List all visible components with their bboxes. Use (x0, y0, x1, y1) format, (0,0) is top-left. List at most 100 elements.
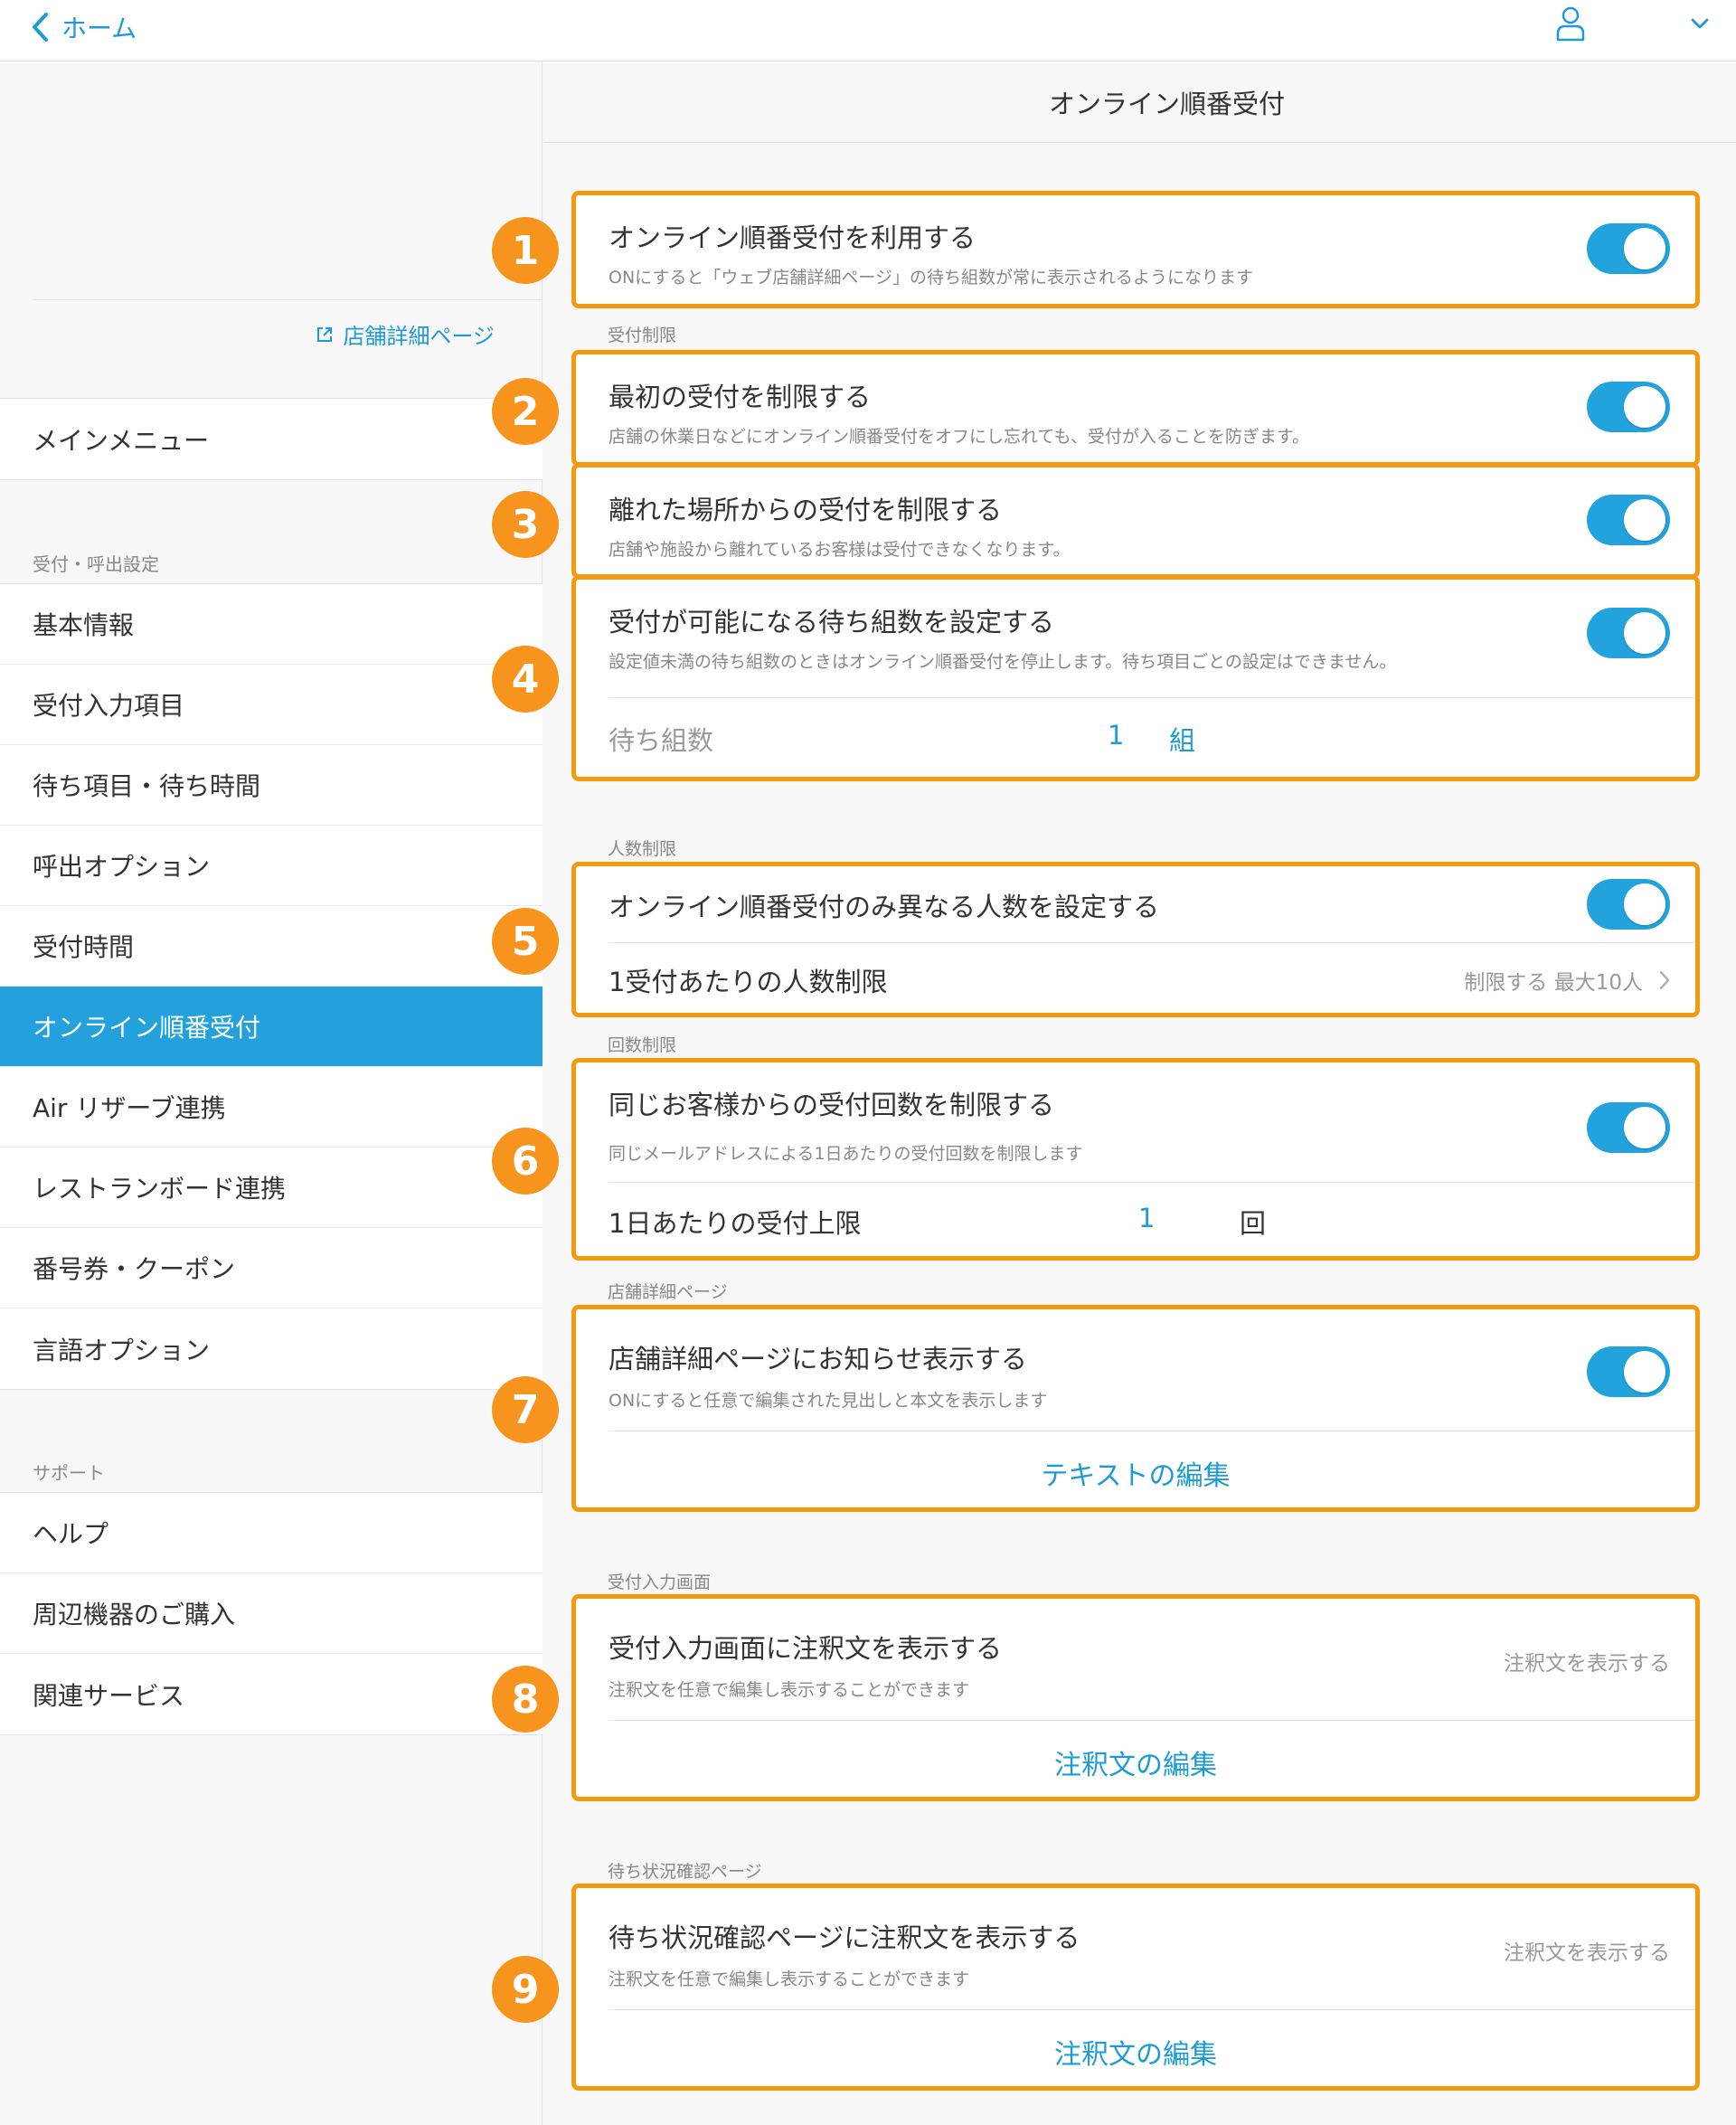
sidebar-item-call-options[interactable]: 呼出オプション (0, 826, 542, 906)
wait-groups-value-input[interactable]: 1 (1108, 720, 1124, 751)
people-row: オンライン順番受付のみ異なる人数を設定する (609, 866, 1695, 943)
count-title: 同じお客様からの受付回数を制限する (609, 1090, 1055, 1120)
sidebar-item-main-menu[interactable]: メインメニュー (0, 399, 542, 479)
input-note-title: 受付入力画面に注釈文を表示する (609, 1633, 1003, 1664)
sidebar-item-online-queue[interactable]: オンライン順番受付 (0, 987, 542, 1067)
limit-distance-toggle[interactable] (1587, 495, 1670, 545)
card-status-note: 待ち状況確認ページに注釈文を表示する 注釈文を任意で編集し表示することができます… (571, 1884, 1700, 2091)
input-note-status: 注釈文を表示する (1504, 1652, 1670, 1676)
card-wait-groups: 受付が可能になる待ち組数を設定する 設定値未満の待ち組数のときはオンライン順番受… (571, 575, 1700, 781)
sidebar-item-label: 言語オプション (33, 1335, 211, 1365)
edit-status-note-link[interactable]: 注釈文の編集 (576, 2032, 1695, 2072)
support-group: ヘルプ 周辺機器のご購入 関連サービス (0, 1492, 542, 1735)
user-icon[interactable] (1555, 5, 1586, 42)
sidebar-item-wait-items[interactable]: 待ち項目・待ち時間 (0, 745, 542, 826)
sidebar-item-label: 呼出オプション (33, 852, 211, 882)
count-desc: 同じメールアドレスによる1日あたりの受付回数を制限します (609, 1144, 1083, 1164)
sidebar-item-air-reserve[interactable]: Air リザーブ連携 (0, 1067, 542, 1148)
sidebar-item-label: 関連サービス (33, 1680, 185, 1711)
external-link-icon (317, 326, 333, 342)
limit-first-toggle[interactable] (1587, 382, 1670, 432)
use-online-row: オンライン順番受付を利用する ONにすると「ウェブ店舗詳細ページ」の待ち組数が常… (609, 195, 1695, 304)
limit-first-desc: 店舗の休業日などにオンライン順番受付をオフにし忘れても、受付が入ることを防ぎます… (609, 427, 1310, 447)
use-online-toggle[interactable] (1587, 223, 1670, 274)
step-badge-6: 6 (492, 1128, 559, 1195)
sidebar-item-label: Air リザーブ連携 (33, 1093, 226, 1123)
sidebar-item-ticket-coupon[interactable]: 番号券・クーポン (0, 1228, 542, 1308)
sidebar-item-basic-info[interactable]: 基本情報 (0, 584, 542, 665)
sidebar-item-help[interactable]: ヘルプ (0, 1493, 542, 1573)
use-online-desc: ONにすると「ウェブ店舗詳細ページ」の待ち組数が常に表示されるようになります (609, 268, 1253, 288)
step-badge-5: 5 (492, 908, 559, 975)
step-badge-1: 1 (492, 217, 559, 284)
edit-text-link[interactable]: テキストの編集 (576, 1453, 1695, 1493)
wait-groups-value-row: 待ち組数 1 組 (609, 698, 1695, 777)
section-label-count-limit: 回数制限 (608, 1035, 677, 1055)
limit-first-title: 最初の受付を制限する (609, 382, 872, 412)
main-menu-group: メインメニュー (0, 398, 542, 480)
wait-groups-title: 受付が可能になる待ち組数を設定する (609, 607, 1055, 638)
step-badge-7: 7 (492, 1376, 559, 1443)
card-input-note: 受付入力画面に注釈文を表示する 注釈文を任意で編集し表示することができます 注釈… (571, 1594, 1700, 1801)
notice-row: 店舗詳細ページにお知らせ表示する ONにすると任意で編集された見出しと本文を表示… (609, 1309, 1695, 1431)
limit-distance-row: 離れた場所からの受付を制限する 店舗や施設から離れているお客様は受付できなくなり… (609, 468, 1695, 574)
chevron-down-icon[interactable] (1689, 13, 1711, 34)
count-value-row: 1日あたりの受付上限 1 回 (609, 1183, 1695, 1256)
people-toggle[interactable] (1587, 879, 1670, 930)
step-badge-3: 3 (492, 491, 559, 558)
use-online-title: オンライン順番受付を利用する (609, 222, 976, 253)
status-note-row[interactable]: 待ち状況確認ページに注釈文を表示する 注釈文を任意で編集し表示することができます… (609, 1888, 1695, 2010)
sidebar: 店舗詳細ページ メインメニュー 受付・呼出設定 基本情報 受付入力項目 待ち項目… (0, 61, 542, 2125)
chevron-right-icon (1659, 970, 1670, 990)
sidebar-item-peripherals[interactable]: 周辺機器のご購入 (0, 1573, 542, 1654)
section-label-status-page: 待ち状況確認ページ (608, 1862, 762, 1882)
section-label-reception-limit: 受付制限 (608, 326, 677, 345)
sidebar-item-label: 受付入力項目 (33, 691, 185, 721)
sidebar-item-reception-hours[interactable]: 受付時間 (0, 906, 542, 987)
wait-groups-field-label: 待ち組数 (609, 725, 714, 756)
limit-distance-title: 離れた場所からの受付を制限する (609, 495, 1003, 525)
card-people-limit: オンライン順番受付のみ異なる人数を設定する 1受付あたりの人数制限 制限する 最… (571, 862, 1700, 1017)
back-label: ホーム (61, 14, 137, 43)
sidebar-item-label: メインメニュー (33, 425, 210, 456)
count-value-input[interactable]: 1 (1138, 1203, 1155, 1233)
status-note-status: 注釈文を表示する (1504, 1941, 1670, 1965)
people-limit-row[interactable]: 1受付あたりの人数制限 制限する 最大10人 (609, 943, 1695, 1013)
sidebar-item-label: 基本情報 (33, 610, 135, 640)
notice-edit-row: テキストの編集 (609, 1431, 1695, 1507)
sidebar-item-label: レストランボード連携 (33, 1174, 287, 1204)
section-label-input-screen: 受付入力画面 (608, 1572, 712, 1592)
limit-first-row: 最初の受付を制限する 店舗の休業日などにオンライン順番受付をオフにし忘れても、受… (609, 354, 1695, 462)
back-button[interactable]: ホーム (31, 5, 137, 49)
sidebar-item-label: 番号券・クーポン (33, 1254, 236, 1284)
sidebar-item-language[interactable]: 言語オプション (0, 1308, 542, 1389)
wait-groups-toggle[interactable] (1587, 608, 1670, 658)
edit-input-note-link[interactable]: 注釈文の編集 (576, 1742, 1695, 1782)
notice-desc: ONにすると任意で編集された見出しと本文を表示します (609, 1391, 1048, 1411)
wait-groups-desc: 設定値未満の待ち組数のときはオンライン順番受付を停止します。待ち項目ごとの設定は… (609, 652, 1397, 672)
sidebar-item-restaurant-board[interactable]: レストランボード連携 (0, 1148, 542, 1228)
count-unit: 回 (1240, 1208, 1267, 1239)
sidebar-item-related-services[interactable]: 関連サービス (0, 1654, 542, 1734)
people-limit-value-wrap: 制限する 最大10人 (1464, 965, 1670, 996)
count-row-label: 1日あたりの受付上限 (609, 1208, 862, 1239)
sidebar-section-support: サポート (33, 1462, 105, 1484)
sidebar-item-input-fields[interactable]: 受付入力項目 (0, 665, 542, 745)
input-note-row[interactable]: 受付入力画面に注釈文を表示する 注釈文を任意で編集し表示することができます 注釈… (609, 1599, 1695, 1721)
page-title-bar: オンライン順番受付 (543, 61, 1736, 143)
sidebar-section-settings: 受付・呼出設定 (33, 553, 159, 575)
step-badge-4: 4 (492, 646, 559, 713)
card-notice: 店舗詳細ページにお知らせ表示する ONにすると任意で編集された見出しと本文を表示… (571, 1305, 1700, 1512)
section-label-store-page: 店舗詳細ページ (608, 1282, 728, 1302)
limit-distance-desc: 店舗や施設から離れているお客様は受付できなくなります。 (609, 540, 1071, 560)
input-note-edit-row: 注釈文の編集 (609, 1721, 1695, 1797)
sidebar-item-label: 周辺機器のご購入 (33, 1600, 236, 1629)
people-limit-label: 1受付あたりの人数制限 (609, 967, 888, 997)
store-detail-link[interactable]: 店舗詳細ページ (316, 318, 495, 350)
wait-groups-unit: 組 (1169, 725, 1196, 756)
step-badge-9: 9 (492, 1956, 559, 2023)
store-detail-link-label: 店舗詳細ページ (343, 324, 495, 349)
notice-toggle[interactable] (1587, 1346, 1670, 1397)
count-toggle[interactable] (1587, 1102, 1670, 1153)
step-badge-8: 8 (492, 1666, 559, 1733)
